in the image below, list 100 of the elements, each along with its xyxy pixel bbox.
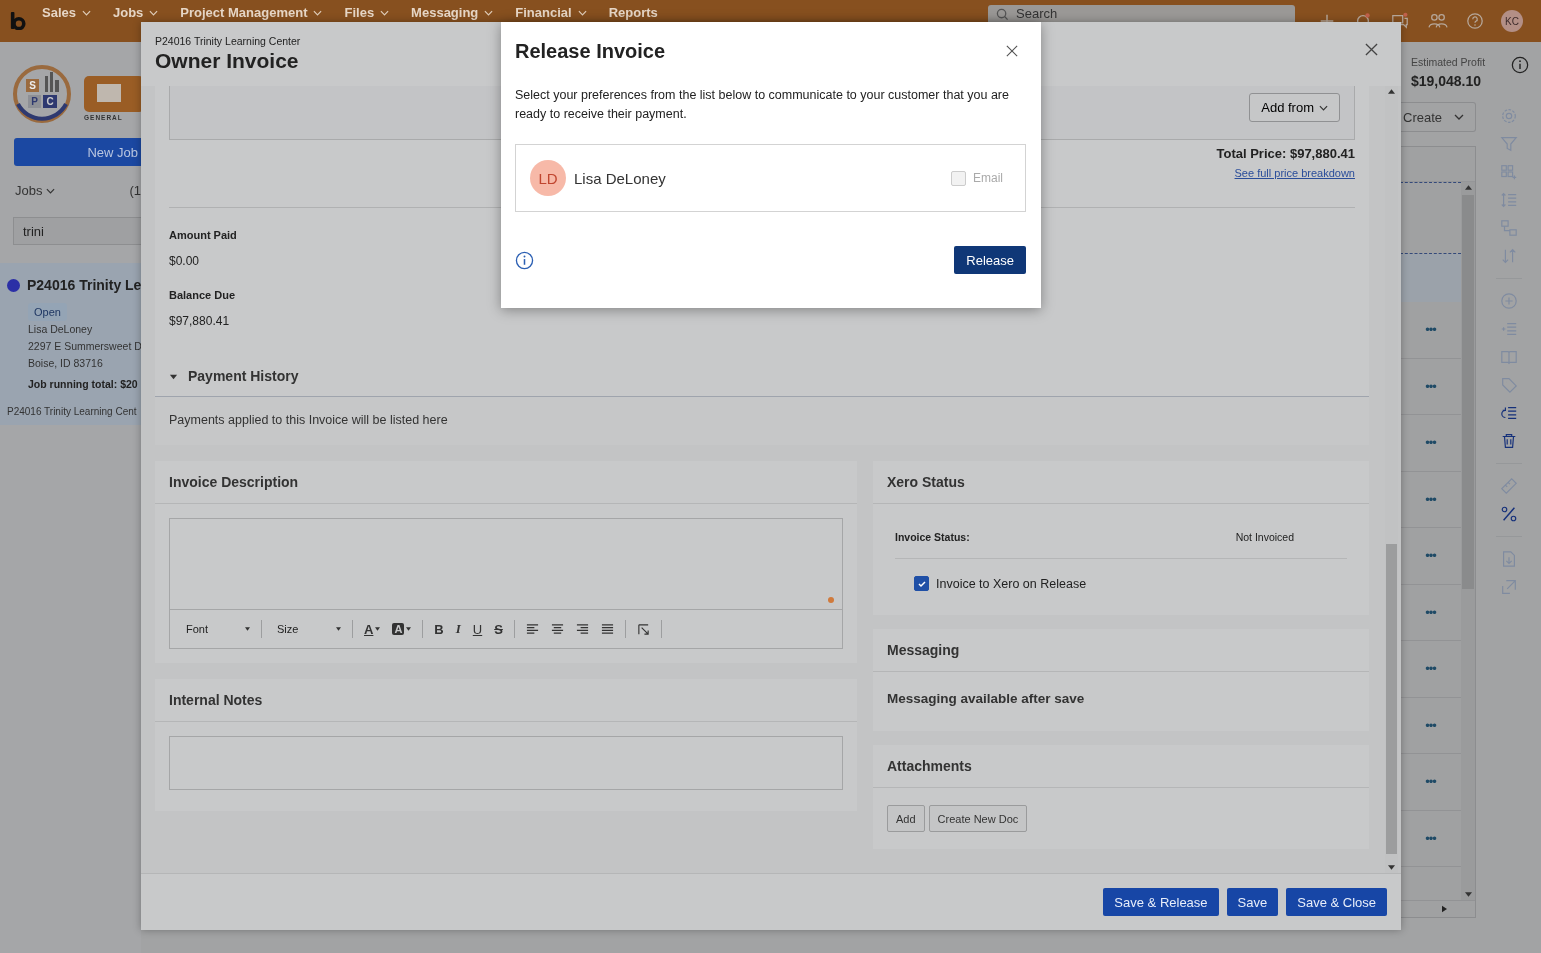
contact-line: Lisa DeLoney (28, 322, 93, 337)
field-value: $97,880.41 (169, 314, 230, 328)
highlight-button[interactable]: A (386, 623, 418, 635)
job-search-field[interactable]: trini (13, 217, 141, 245)
user-avatar[interactable]: KC (1501, 10, 1523, 32)
italic-button[interactable]: I (449, 621, 467, 637)
caret-icon (406, 627, 412, 631)
row-menu-button[interactable]: ••• (1425, 661, 1436, 677)
status-tag: Open (28, 303, 67, 321)
align-left-icon[interactable] (525, 622, 539, 636)
toolbar-dropdown[interactable]: Size (267, 623, 347, 635)
add-from-button[interactable]: Add from (1249, 93, 1340, 122)
caret-icon (577, 9, 587, 16)
align-center-icon[interactable] (550, 622, 564, 636)
scrollbar[interactable] (1385, 86, 1398, 873)
panel-title: Internal Notes (155, 679, 857, 722)
percent-icon[interactable] (1499, 505, 1518, 523)
attachment-button[interactable]: Create New Doc (928, 805, 1028, 832)
job-footer-text: P24016 Trinity Learning Cent (7, 406, 137, 417)
caret-icon (149, 9, 159, 16)
release-button[interactable]: Release (954, 246, 1026, 274)
field-label: Balance Due (169, 289, 236, 301)
caret-icon (484, 9, 494, 16)
notes-field[interactable] (169, 736, 843, 790)
total-price: Total Price: $97,880.41 (1216, 146, 1355, 161)
justify-icon[interactable] (600, 622, 614, 636)
info-icon[interactable] (515, 250, 534, 270)
contact-line: Boise, ID 83716 (28, 356, 103, 371)
row-menu-button[interactable]: ••• (1425, 435, 1436, 451)
nav-menu[interactable]: Reports (608, 5, 658, 20)
empty-message: Payments applied to this Invoice will be listed here (169, 413, 448, 427)
caret-icon (82, 9, 91, 16)
field-value: $0.00 (169, 254, 200, 268)
contact-line: 2297 E Summersweet D (28, 339, 142, 354)
strikethrough-button[interactable]: S (488, 621, 509, 637)
caret-icon (336, 627, 341, 631)
panel-title: Messaging (873, 629, 1369, 672)
row-menu-button[interactable]: ••• (1425, 604, 1436, 620)
scrollbar[interactable] (1461, 182, 1475, 900)
row-menu-button[interactable]: ••• (1425, 322, 1436, 338)
messaging-note: Messaging available after save (887, 691, 1086, 706)
footer-button[interactable]: Save & Release (1103, 888, 1219, 916)
field-label: Amount Paid (169, 229, 237, 241)
panel-title: Xero Status (873, 461, 1369, 504)
scroll-up-icon[interactable] (1388, 89, 1395, 94)
recipient-avatar: LD (530, 160, 566, 196)
caret-icon (380, 9, 390, 16)
row-menu-button[interactable]: ••• (1425, 717, 1436, 733)
row-menu-button[interactable]: ••• (1425, 491, 1436, 507)
brand-logo-icon[interactable] (10, 12, 26, 30)
caret-icon (1454, 114, 1465, 120)
scroll-down-icon[interactable] (1464, 892, 1472, 897)
nav-menu[interactable]: Jobs (113, 5, 159, 20)
row-menu-button[interactable]: ••• (1425, 548, 1436, 564)
text-color-button[interactable]: A (358, 621, 387, 637)
indicator-dot (828, 597, 834, 603)
checkbox[interactable] (914, 576, 929, 591)
clear-format-icon[interactable] (636, 622, 650, 636)
scroll-right-icon[interactable] (1442, 905, 1447, 913)
recipient-name: Lisa DeLoney (574, 169, 666, 187)
list-redo-icon[interactable] (1499, 404, 1518, 422)
dialog-message: Select your preferences from the list below to communicate to your customer that you are ready to receive their payment. (515, 87, 1010, 123)
toolbar-dropdown[interactable]: Font (176, 623, 256, 635)
close-icon[interactable] (1006, 45, 1018, 57)
close-icon[interactable] (1365, 43, 1378, 56)
attachment-button[interactable]: Add (887, 805, 925, 832)
footer-button[interactable]: Save (1226, 888, 1279, 916)
price-breakdown-link[interactable]: See full price breakdown (1234, 167, 1355, 179)
caret-icon (375, 627, 381, 631)
modal-title: Owner Invoice (155, 49, 299, 73)
create-dropdown[interactable]: Create (1400, 102, 1476, 132)
field-value: Not Invoiced (1235, 531, 1294, 543)
job-list-item[interactable]: P24016 Trinity Le Open Lisa DeLoney 2297 E Summersweet D Boise, ID 83716 Job running total: $20 P24016 Trinity Learning Cent (0, 263, 141, 425)
people-icon[interactable] (1428, 12, 1448, 30)
nav-menu[interactable]: Financial (515, 5, 587, 20)
nav-menu[interactable]: Sales (42, 5, 91, 20)
nav-menu[interactable]: Project Management (180, 5, 323, 20)
running-total: Job running total: $20 (28, 378, 138, 390)
profit-label: Estimated Profit (1411, 56, 1486, 68)
dialog-title: Release Invoice (515, 39, 666, 63)
field-label: Invoice Status: (895, 531, 970, 543)
info-icon[interactable] (1511, 56, 1529, 74)
align-right-icon[interactable] (575, 622, 589, 636)
new-job-button[interactable]: New Job (14, 138, 141, 166)
panel-title: Attachments (873, 745, 1369, 788)
row-menu-button[interactable]: ••• (1425, 378, 1436, 394)
nav-menu[interactable]: Files (344, 5, 390, 20)
row-menu-button[interactable]: ••• (1425, 830, 1436, 846)
jobs-filter-dropdown[interactable]: Jobs (15, 183, 56, 198)
checkbox-label: Invoice to Xero on Release (936, 576, 1087, 591)
underline-button[interactable]: U (466, 621, 489, 637)
nav-menu[interactable]: Messaging (411, 5, 494, 20)
caret-icon (46, 187, 56, 194)
scroll-down-icon[interactable] (1388, 865, 1395, 870)
scroll-up-icon[interactable] (1464, 185, 1472, 190)
footer-button[interactable]: Save & Close (1286, 888, 1387, 916)
row-menu-button[interactable]: ••• (1425, 774, 1436, 790)
bold-button[interactable]: B (428, 621, 450, 637)
rich-text-editor[interactable]: Font Size A A B I U S (169, 518, 843, 649)
help-icon[interactable] (1466, 12, 1484, 30)
